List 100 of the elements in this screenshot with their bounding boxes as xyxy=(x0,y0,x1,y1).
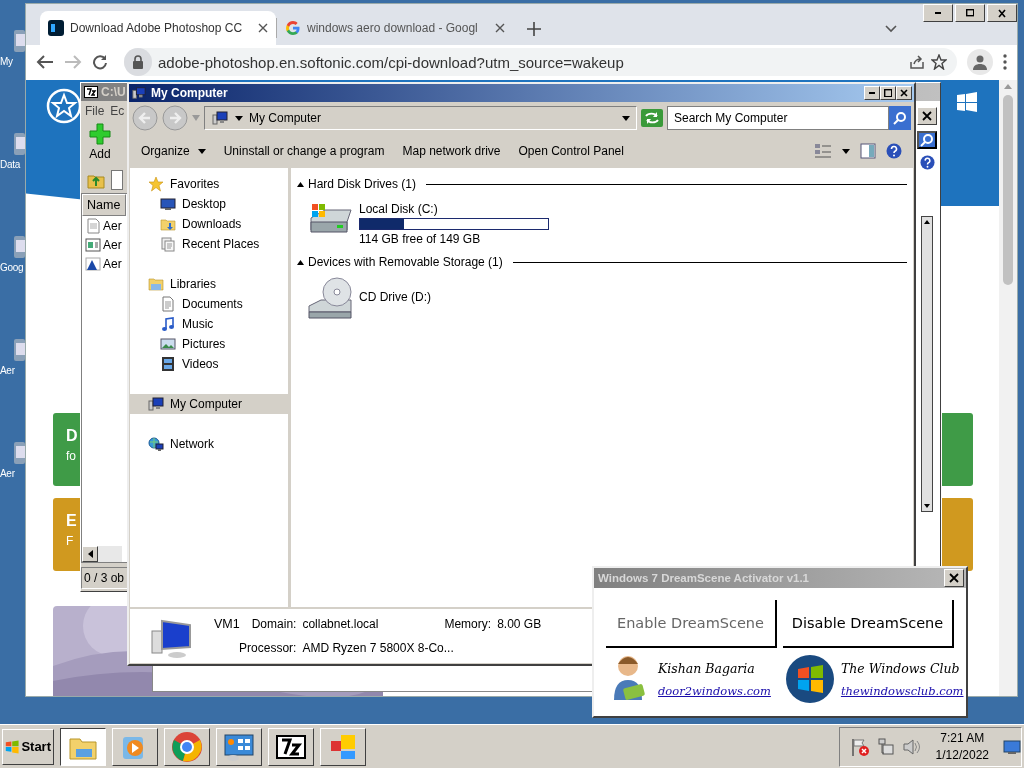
minimize-button[interactable] xyxy=(864,86,880,100)
drive-name[interactable]: Local Disk (C:) xyxy=(359,202,549,216)
scrollbar[interactable] xyxy=(999,80,1017,696)
close-icon xyxy=(922,111,932,121)
menu-item[interactable]: File xyxy=(85,104,105,118)
drive-name[interactable]: CD Drive (D:) xyxy=(359,290,431,304)
group-header[interactable]: Hard Disk Drives (1) xyxy=(308,177,416,191)
person-icon xyxy=(972,54,988,71)
scrollbar[interactable] xyxy=(921,216,933,512)
desktop-app-icon[interactable] xyxy=(14,234,25,260)
promo-card[interactable]: D fo xyxy=(53,413,80,486)
free-space-text: 114 GB free of 149 GB xyxy=(359,232,482,246)
flag-error-icon[interactable] xyxy=(849,736,870,757)
menu-icon[interactable] xyxy=(1003,54,1007,71)
close-button[interactable] xyxy=(917,107,937,125)
minimize-button[interactable] xyxy=(923,4,953,22)
browser-tab[interactable]: windows aero download - Googl xyxy=(277,10,513,45)
reload-icon[interactable] xyxy=(92,54,108,71)
author-name: The Windows Club xyxy=(840,660,961,676)
nav-item[interactable]: Desktop xyxy=(130,194,288,214)
menu-item[interactable]: Ec xyxy=(110,104,125,118)
nav-item[interactable]: Music xyxy=(130,314,288,334)
card-title: D xyxy=(66,427,78,445)
search-button[interactable] xyxy=(917,131,937,149)
windows-logo-icon xyxy=(957,92,977,112)
nav-item[interactable]: Pictures xyxy=(130,334,288,354)
collapse-arrow-icon[interactable] xyxy=(297,181,304,187)
column-header[interactable]: Name xyxy=(82,194,126,216)
close-icon[interactable] xyxy=(495,22,505,33)
close-button[interactable] xyxy=(896,86,912,100)
nav-item[interactable]: Libraries xyxy=(130,274,288,294)
clock-date[interactable]: 1/12/2022 xyxy=(935,748,989,762)
collapse-arrow-icon[interactable] xyxy=(297,259,304,265)
command-button[interactable]: Uninstall or change a program xyxy=(223,142,385,160)
desktop-app-icon[interactable] xyxy=(14,337,25,363)
dropdown-caret-icon[interactable] xyxy=(842,148,850,154)
command-button[interactable]: Map network drive xyxy=(402,142,501,160)
group-header[interactable]: Devices with Removable Storage (1) xyxy=(308,255,503,269)
nav-item[interactable]: My Computer xyxy=(130,394,288,414)
action-button[interactable]: Disable DreamScene xyxy=(783,600,954,648)
new-tab-icon[interactable] xyxy=(527,21,541,36)
desktop-app-icon[interactable] xyxy=(14,28,25,54)
add-button[interactable]: Add xyxy=(89,123,111,165)
desktop-icon-label[interactable]: Data xyxy=(0,159,20,170)
desktop-icon-label[interactable]: Goog xyxy=(0,262,24,273)
documents-icon xyxy=(160,236,176,252)
path-field[interactable] xyxy=(111,170,123,190)
field-label: Memory: xyxy=(444,617,492,633)
command-button[interactable]: Organize xyxy=(141,142,206,160)
document-icon xyxy=(160,296,176,312)
desktop-app-icon[interactable] xyxy=(14,440,25,466)
file-name[interactable]: Aer xyxy=(103,256,122,271)
nav-item[interactable]: Recent Places xyxy=(130,234,288,254)
browser-tab[interactable]: Download Adobe Photoshop CC xyxy=(40,10,276,45)
chevron-down-icon[interactable] xyxy=(885,24,897,33)
dropdown-caret-icon[interactable] xyxy=(235,115,243,121)
maximize-button[interactable] xyxy=(880,86,896,100)
help-icon[interactable] xyxy=(919,155,935,170)
taskbar-button[interactable] xyxy=(60,727,106,766)
website-link[interactable]: thewindowsclub.com xyxy=(840,683,964,698)
file-name[interactable]: Aer xyxy=(103,218,122,233)
window-title: C:\U xyxy=(101,85,126,99)
google-logo-icon xyxy=(285,19,301,36)
desktop-icon-label[interactable]: Aer xyxy=(0,365,15,376)
scrollbar-thumb[interactable] xyxy=(1003,95,1013,285)
search-field[interactable]: Search My Computer xyxy=(667,106,889,130)
nav-item[interactable]: Favorites xyxy=(130,174,288,194)
nav-item[interactable]: Videos xyxy=(130,354,288,374)
network-icon[interactable] xyxy=(875,736,896,757)
refresh-button[interactable] xyxy=(641,109,663,127)
nav-item[interactable]: Documents xyxy=(130,294,288,314)
monitor-icon xyxy=(160,196,176,212)
file-name[interactable]: Aer xyxy=(103,237,122,252)
close-button[interactable] xyxy=(987,4,1017,22)
show-desktop-icon[interactable] xyxy=(1003,738,1021,755)
desktop-icon-label[interactable]: My xyxy=(0,56,13,67)
back-arrow-icon[interactable] xyxy=(36,54,54,71)
command-button[interactable]: Open Control Panel xyxy=(518,142,624,160)
share-icon[interactable] xyxy=(909,54,925,71)
website-link[interactable]: door2windows.com xyxy=(658,683,771,698)
close-icon[interactable] xyxy=(258,22,268,33)
star-outline-icon[interactable] xyxy=(931,54,947,71)
dropdown-caret-icon[interactable] xyxy=(622,115,630,121)
clock-time[interactable]: 7:21 AM xyxy=(940,731,985,745)
desktop-icon-label[interactable]: Aer xyxy=(0,468,15,479)
nav-item[interactable]: Network xyxy=(130,434,288,454)
nav-item[interactable]: Downloads xyxy=(130,214,288,234)
address-bar[interactable]: adobe-photoshop.en.softonic.com/cpi-download?utm_source=wakeup xyxy=(124,48,957,77)
start-button[interactable]: Start xyxy=(2,728,54,765)
preview-pane-icon[interactable] xyxy=(860,143,876,159)
restore-button[interactable] xyxy=(955,4,985,22)
horizontal-scrollbar[interactable] xyxy=(82,546,122,562)
author-name: Kishan Bagaria xyxy=(658,660,756,676)
close-button[interactable] xyxy=(944,569,964,587)
windows-logo-icon xyxy=(5,738,20,755)
help-icon[interactable] xyxy=(886,143,902,159)
address-field[interactable]: My Computer xyxy=(204,106,637,130)
profile-button[interactable] xyxy=(967,49,993,76)
file-icon xyxy=(85,255,101,272)
desktop-app-icon[interactable] xyxy=(14,131,25,157)
